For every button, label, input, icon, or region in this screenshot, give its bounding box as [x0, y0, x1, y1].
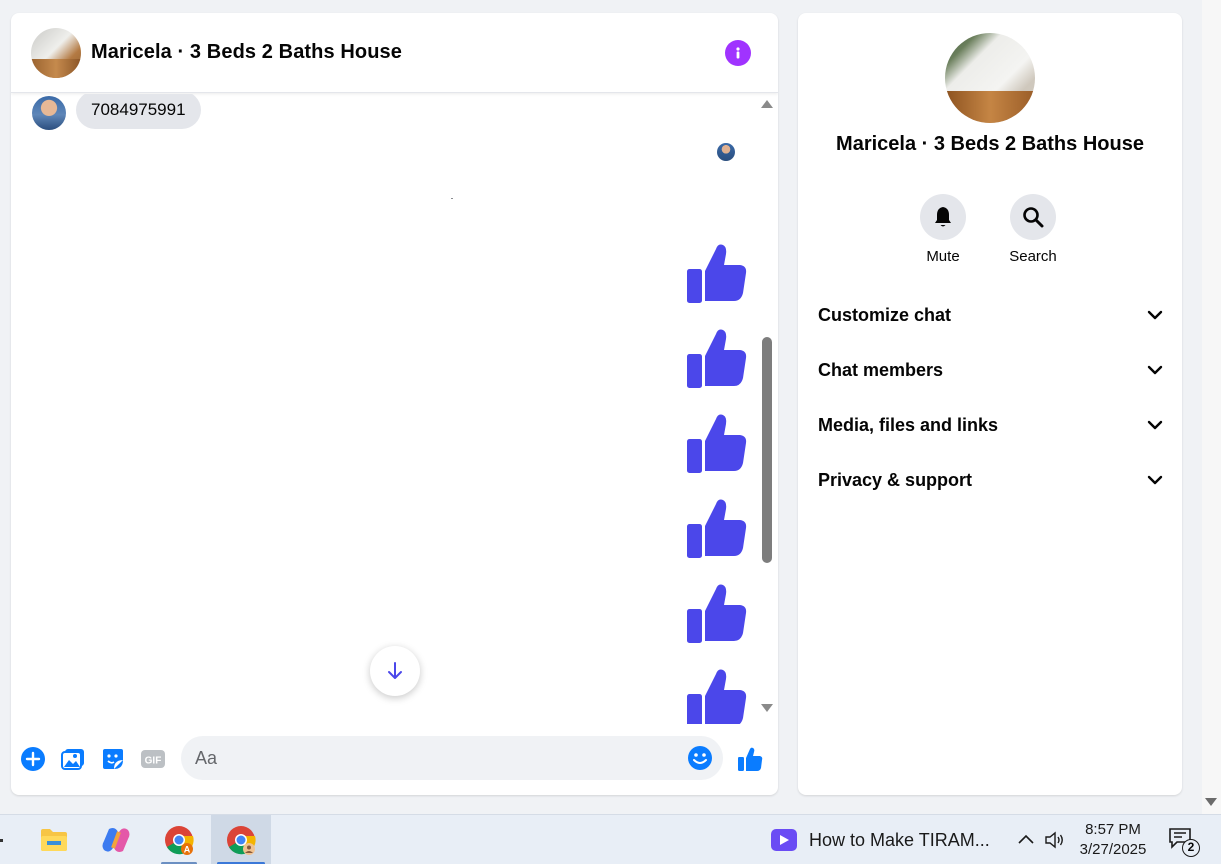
file-explorer-icon[interactable] — [24, 815, 84, 864]
section-media-files-links[interactable]: Media, files and links — [818, 405, 1164, 445]
group-photo[interactable] — [945, 33, 1035, 123]
section-chat-members[interactable]: Chat members — [818, 350, 1164, 390]
chevron-down-icon — [1147, 475, 1163, 485]
like-message[interactable] — [685, 411, 749, 475]
info-icon[interactable] — [725, 40, 751, 66]
thumbs-up-icon — [687, 329, 747, 388]
like-icon[interactable] — [736, 745, 764, 773]
message-scrollbar[interactable] — [757, 94, 778, 724]
arrow-down-icon — [388, 662, 402, 679]
chrome-icon[interactable]: A — [149, 815, 209, 864]
like-message[interactable] — [685, 581, 749, 645]
like-message[interactable] — [685, 326, 749, 390]
system-clock[interactable]: 8:57 PM 3/27/2025 — [1074, 820, 1152, 860]
chat-title[interactable]: Maricela · 3 Beds 2 Baths House — [91, 41, 402, 64]
thumbs-up-icon — [687, 584, 747, 643]
chevron-down-icon — [1147, 420, 1163, 430]
message-input[interactable] — [195, 736, 675, 780]
svg-text:A: A — [184, 845, 191, 855]
chat-panel: Maricela · 3 Beds 2 Baths House 70849759… — [11, 13, 778, 795]
plus-circle-icon[interactable] — [19, 745, 47, 773]
emoji-icon[interactable] — [687, 745, 713, 771]
chevron-down-icon — [1147, 365, 1163, 375]
clock-date: 3/27/2025 — [1079, 841, 1147, 858]
media-play-icon — [771, 829, 797, 851]
conversation-info-panel: Maricela · 3 Beds 2 Baths House Mute Sea… — [798, 13, 1182, 795]
scroll-up-arrow[interactable] — [761, 100, 773, 108]
media-widget[interactable]: How to Make TIRAM... — [771, 827, 990, 853]
search-button[interactable]: Search — [993, 194, 1073, 265]
chat-header: Maricela · 3 Beds 2 Baths House — [11, 13, 778, 93]
chrome-profile-icon[interactable] — [211, 815, 271, 864]
thumbs-up-icon — [687, 414, 747, 473]
message-bubble[interactable]: 7084975991 — [76, 94, 201, 129]
section-privacy-support[interactable]: Privacy & support — [818, 460, 1164, 500]
chevron-up-icon[interactable] — [1014, 828, 1038, 852]
jump-to-latest-button[interactable] — [370, 646, 420, 696]
chevron-down-icon — [1147, 310, 1163, 320]
thumbs-up-icon — [687, 669, 747, 724]
bell-icon[interactable] — [920, 194, 966, 240]
media-title: How to Make TIRAM... — [809, 829, 990, 850]
page-scrollbar[interactable] — [1202, 0, 1221, 814]
section-label: Media, files and links — [818, 414, 999, 435]
message-input-wrapper — [181, 736, 723, 780]
mute-button[interactable]: Mute — [903, 194, 983, 265]
sender-avatar[interactable] — [32, 96, 66, 130]
thumbs-up-icon — [687, 499, 747, 558]
scroll-thumb[interactable] — [762, 337, 772, 563]
group-avatar[interactable] — [31, 28, 81, 78]
volume-icon[interactable] — [1043, 828, 1067, 852]
scroll-down-arrow[interactable] — [761, 704, 773, 712]
gif-icon[interactable]: GIF — [139, 745, 167, 773]
typing-dot — [451, 198, 453, 199]
notification-center-icon[interactable]: 2 — [1168, 827, 1200, 857]
message-list[interactable]: 7084975991 — [11, 94, 757, 724]
like-message[interactable] — [685, 666, 749, 724]
section-customize-chat[interactable]: Customize chat — [818, 295, 1164, 335]
svg-text:GIF: GIF — [145, 756, 162, 767]
page-scroll-down-arrow[interactable] — [1205, 798, 1217, 806]
search-label: Search — [1009, 248, 1057, 265]
thumbs-up-icon — [687, 244, 747, 303]
info-title: Maricela · 3 Beds 2 Baths House — [836, 133, 1144, 155]
copilot-icon[interactable] — [86, 815, 146, 864]
sticker-icon[interactable] — [99, 745, 127, 773]
mute-label: Mute — [926, 248, 960, 265]
photo-icon[interactable] — [59, 745, 87, 773]
search-icon[interactable] — [1010, 194, 1056, 240]
section-label: Chat members — [818, 359, 944, 380]
seen-indicator-avatar — [717, 143, 735, 161]
like-message[interactable] — [685, 241, 749, 305]
windows-taskbar: A How to Make TIRAM... 8:57 PM 3/27/2025… — [0, 814, 1221, 864]
section-label: Customize chat — [818, 304, 952, 325]
taskbar-edge-dot — [0, 839, 3, 842]
message-composer: GIF — [11, 729, 778, 789]
notification-count-badge: 2 — [1182, 839, 1200, 857]
clock-time: 8:57 PM — [1085, 821, 1141, 838]
section-label: Privacy & support — [818, 469, 973, 490]
like-message[interactable] — [685, 496, 749, 560]
